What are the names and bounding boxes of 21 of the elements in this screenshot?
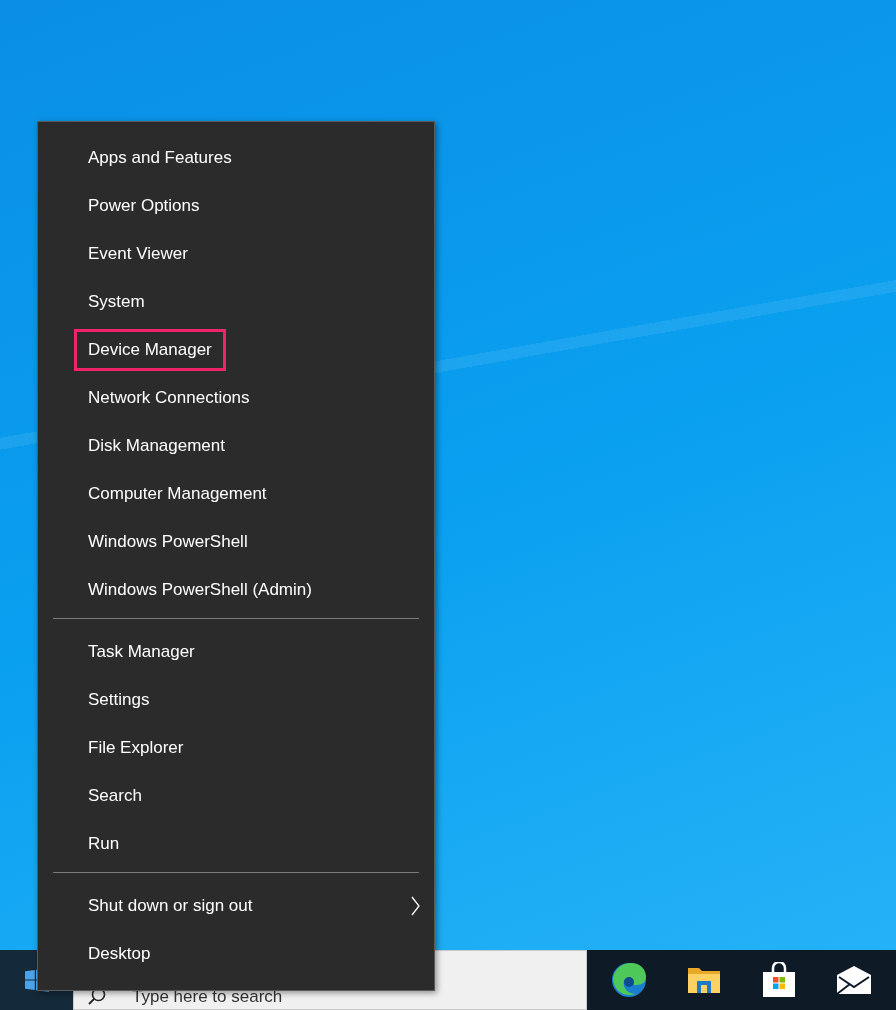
edge-icon <box>610 962 647 998</box>
menu-item[interactable]: Disk Management <box>74 425 239 467</box>
menu-item[interactable]: Windows PowerShell <box>74 521 262 563</box>
menu-item[interactable]: Search <box>74 775 156 817</box>
menu-item[interactable]: Power Options <box>74 185 214 227</box>
menu-item[interactable]: Task Manager <box>74 631 209 673</box>
menu-item[interactable]: Run <box>74 823 134 865</box>
menu-item[interactable]: System <box>74 281 159 323</box>
menu-item[interactable]: Network Connections <box>74 377 264 419</box>
menu-item[interactable]: Desktop <box>74 933 165 975</box>
menu-item[interactable]: File Explorer <box>74 727 198 769</box>
mail-icon <box>835 965 872 995</box>
folder-icon <box>686 965 721 995</box>
menu-item[interactable]: Event Viewer <box>74 233 202 275</box>
menu-item[interactable]: Shut down or sign out <box>74 885 267 927</box>
menu-item[interactable]: Settings <box>74 679 164 721</box>
menu-item[interactable]: Apps and Features <box>74 137 246 179</box>
menu-item[interactable]: Device Manager <box>74 329 226 371</box>
store-bag-icon <box>761 962 796 998</box>
menu-item[interactable]: Computer Management <box>74 473 281 515</box>
menu-item[interactable]: Windows PowerShell (Admin) <box>74 569 326 611</box>
